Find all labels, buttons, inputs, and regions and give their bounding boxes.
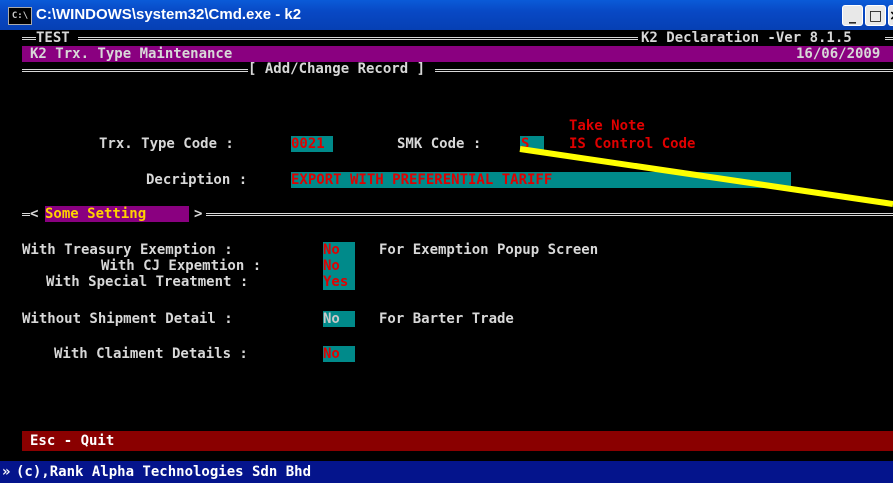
status-arrow-icon: »	[2, 464, 11, 480]
annotation-arrow-icon	[519, 146, 893, 207]
annotation-arrow-line	[519, 146, 893, 207]
copyright-text: (c),Rank Alpha Technologies Sdn Bhd	[16, 464, 312, 480]
status-bar: » (c),Rank Alpha Technologies Sdn Bhd	[0, 461, 893, 483]
